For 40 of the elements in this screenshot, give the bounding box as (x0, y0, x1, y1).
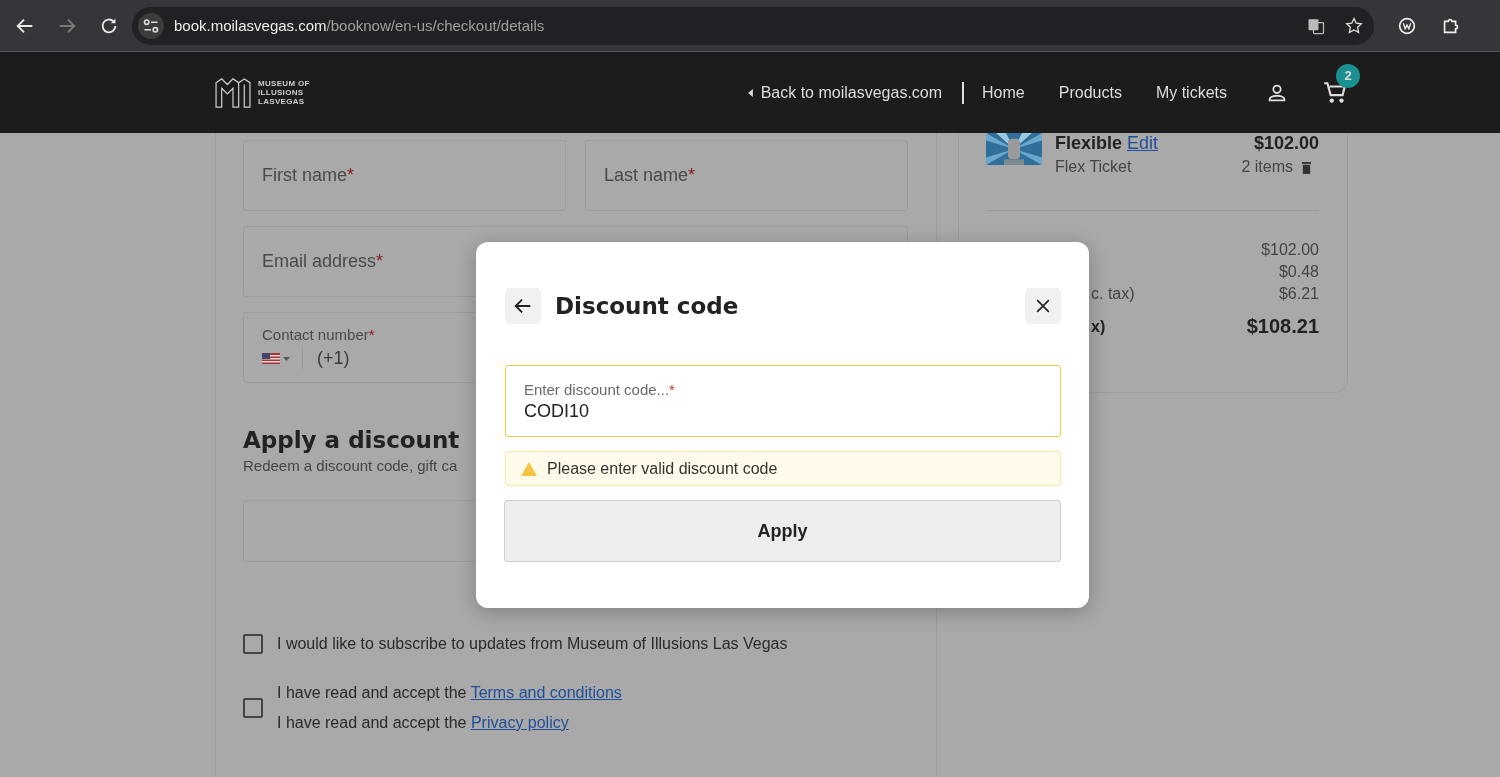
site-settings-icon[interactable] (138, 12, 164, 39)
checkbox-label: I would like to subscribe to updates from Museum of Illusions Las Vegas (277, 635, 788, 653)
checkbox[interactable] (243, 698, 263, 718)
cart-count-badge: 2 (1336, 63, 1360, 88)
section-heading: Apply a discount (243, 427, 461, 453)
warning-icon (521, 461, 537, 476)
cart-icon[interactable] (1322, 79, 1348, 106)
summary-label: c. tax) (1091, 285, 1135, 303)
back-button[interactable] (505, 288, 541, 324)
ticket-price: $102.00 (1253, 133, 1319, 154)
address-bar[interactable]: book.moilasvegas.com/booknow/en-us/checkout/details (132, 6, 1374, 45)
section-subtitle: Redeem a discount code, gift ca (243, 457, 458, 474)
nav-link[interactable]: Products (1058, 83, 1122, 102)
checkbox[interactable] (243, 634, 263, 654)
nav-link[interactable]: Home (982, 83, 1025, 102)
apply-button[interactable]: Apply (504, 500, 1061, 562)
flag-dropdown-icon[interactable] (262, 351, 292, 365)
trash-icon[interactable] (1301, 160, 1312, 174)
summary-value: $6.21 (1278, 285, 1319, 303)
summary-label: x) (1091, 317, 1106, 336)
star-icon[interactable] (1344, 15, 1364, 36)
caret-icon (747, 88, 753, 97)
summary-value: $108.21 (1246, 315, 1319, 338)
back-link[interactable]: Back to moilasvegas.com (747, 83, 943, 102)
close-button[interactable] (1025, 288, 1061, 324)
name-field[interactable]: Last name* (585, 140, 908, 211)
checkbox-label: I have read and accept the Terms and conditions (277, 684, 622, 702)
item-count: 2 items (1241, 158, 1293, 176)
summary-value: $102.00 (1261, 241, 1319, 259)
checkbox-label: I have read and accept the Privacy policy (277, 714, 570, 732)
dialog-title: Discount code (555, 293, 739, 319)
warning-message: Please enter valid discount code (505, 451, 1061, 486)
ticket-type: Flex Ticket (1055, 158, 1133, 176)
discount-code-field[interactable]: Enter discount code...* CODI10 (505, 365, 1061, 437)
ticket-name: Flexible (1055, 133, 1123, 154)
summary-value: $0.48 (1278, 263, 1319, 281)
museum-logo[interactable]: MUSEUM OF ILLUSIONS LASVEGAS (214, 76, 310, 109)
nav-link[interactable]: My tickets (1155, 83, 1227, 102)
dial-code: (+1) (317, 347, 350, 369)
name-field[interactable]: First name* (243, 140, 566, 211)
